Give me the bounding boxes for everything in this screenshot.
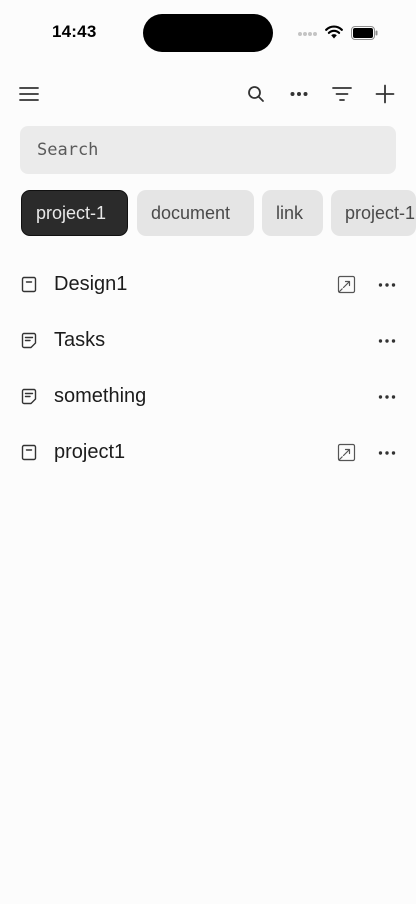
search-icon: [248, 86, 264, 102]
dynamic-island: [143, 14, 273, 52]
more-button[interactable]: [281, 76, 317, 112]
screen: 14:43 Search project-1 document link pro…: [0, 0, 416, 904]
list-item[interactable]: Tasks: [0, 313, 416, 369]
chip-project-1[interactable]: project-1: [21, 190, 128, 236]
toolbar: [0, 76, 416, 112]
add-button[interactable]: [367, 76, 403, 112]
item-more-icon[interactable]: [376, 275, 398, 295]
board-icon: [21, 276, 37, 293]
plus-icon: [375, 84, 395, 104]
menu-button[interactable]: [11, 76, 47, 112]
item-more-icon[interactable]: [376, 387, 398, 407]
chip-label: link: [276, 202, 304, 223]
search-button[interactable]: [238, 76, 274, 112]
status-time: 14:43: [52, 22, 97, 41]
cellular-signal-icon: [298, 32, 318, 38]
battery-icon: [351, 26, 378, 40]
linked-doc-icon[interactable]: [337, 443, 356, 462]
chip-label: project-1: [345, 202, 416, 223]
note-icon: [21, 388, 37, 405]
item-more-icon[interactable]: [376, 443, 398, 463]
list-item-title: Tasks: [54, 329, 106, 351]
board-icon: [21, 444, 37, 461]
chip-label: project-1: [36, 202, 107, 223]
item-more-icon[interactable]: [376, 331, 398, 351]
search-input[interactable]: [20, 126, 396, 174]
more-icon: [290, 92, 308, 96]
list-item[interactable]: Design1: [0, 257, 416, 313]
status-bar: 14:43: [0, 0, 416, 66]
linked-doc-icon[interactable]: [337, 275, 356, 294]
menu-icon: [19, 87, 39, 101]
filter-icon: [332, 87, 352, 101]
list-item[interactable]: something: [0, 369, 416, 425]
list-item-title: project1: [54, 441, 126, 463]
chip-label: document: [151, 202, 231, 223]
filter-button[interactable]: [324, 76, 360, 112]
list-item-title: something: [54, 385, 147, 407]
chip-link[interactable]: link: [262, 190, 323, 236]
chip-project-1-secondary[interactable]: project-1: [331, 190, 416, 236]
list-item[interactable]: project1: [0, 425, 416, 481]
chip-document[interactable]: document: [137, 190, 254, 236]
list-item-title: Design1: [54, 273, 128, 295]
wifi-icon: [325, 25, 343, 39]
note-icon: [21, 332, 37, 349]
